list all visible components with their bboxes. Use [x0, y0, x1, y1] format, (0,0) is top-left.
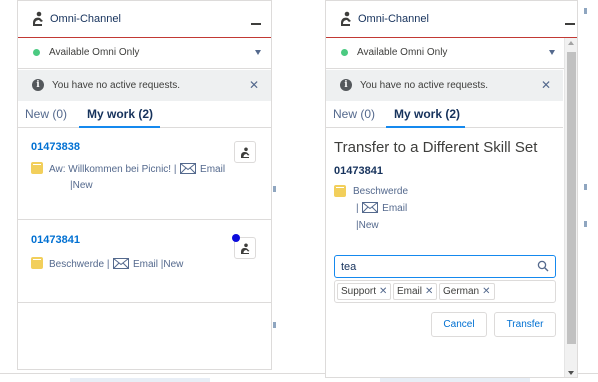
- status-available-icon: [33, 49, 40, 56]
- scroll-up-icon[interactable]: [568, 41, 574, 45]
- no-requests-alert: i You have no active requests. ✕: [326, 70, 563, 101]
- work-item-details: Beschwerde | Email |New: [49, 258, 183, 270]
- utility-header: Omni-Channel: [18, 1, 271, 38]
- status-available-icon: [341, 49, 348, 56]
- background-fragment: [273, 322, 276, 328]
- skill-pill-label: Support: [341, 286, 377, 297]
- chevron-down-icon[interactable]: [255, 50, 261, 55]
- search-icon: [537, 260, 549, 272]
- skill-search-input[interactable]: [341, 259, 531, 275]
- work-item-details: Aw: Willkommen bei Picnic! | Email: [49, 163, 225, 175]
- minimize-button[interactable]: [251, 23, 261, 25]
- channel-label: Email: [132, 259, 158, 270]
- skill-pill-label: German: [443, 286, 480, 297]
- scrollbar-thumb[interactable]: [567, 52, 576, 344]
- status-label: New: [358, 220, 379, 231]
- case-subject: Aw: Willkommen bei Picnic!: [49, 164, 172, 175]
- email-icon: [362, 202, 379, 213]
- skill-search-field[interactable]: [334, 255, 556, 278]
- accept-work-button[interactable]: [234, 141, 256, 163]
- tab-active-indicator: [79, 126, 160, 128]
- separator: |: [356, 203, 359, 214]
- work-item[interactable]: 01473841 Beschwerde | Email |New: [18, 220, 271, 302]
- transfer-title: Transfer to a Different Skill Set: [334, 139, 538, 156]
- tab-new[interactable]: New (0): [25, 107, 67, 121]
- work-item-channel-line: | Email: [356, 202, 407, 214]
- skill-pill: Email ✕: [393, 283, 438, 300]
- work-item[interactable]: 01473838 Aw: Willkommen bei Picnic! | Em…: [18, 129, 271, 219]
- work-tabs: New (0) My work (2): [326, 101, 563, 128]
- omni-channel-icon: [241, 147, 250, 158]
- no-requests-alert: i You have no active requests. ✕: [18, 70, 271, 101]
- alert-text: You have no active requests.: [360, 80, 489, 91]
- email-icon: [180, 163, 197, 174]
- background-bar: [380, 378, 530, 382]
- channel-label: Email: [382, 203, 408, 214]
- close-icon[interactable]: ✕: [249, 78, 259, 92]
- omni-channel-panel-right: Omni-Channel Available Omni Only i You h…: [325, 0, 578, 378]
- background-bar: [70, 378, 210, 382]
- notification-dot: [232, 234, 240, 242]
- tab-active-indicator: [386, 126, 465, 128]
- panel-title: Omni-Channel: [358, 13, 429, 25]
- status-label: New: [72, 180, 93, 191]
- alert-text: You have no active requests.: [52, 80, 181, 91]
- status-label: New: [163, 259, 184, 270]
- remove-icon[interactable]: ✕: [482, 286, 490, 297]
- background-fragment: [584, 221, 587, 227]
- case-icon: [31, 257, 43, 269]
- tab-my-work[interactable]: My work (2): [394, 107, 460, 121]
- presence-status-dropdown[interactable]: Available Omni Only: [18, 38, 271, 69]
- divider: [18, 302, 271, 303]
- separator: |: [106, 259, 110, 270]
- scrollbar[interactable]: [564, 38, 577, 377]
- case-number-link[interactable]: 01473838: [31, 141, 80, 153]
- remove-icon[interactable]: ✕: [425, 286, 433, 297]
- channel-label: Email: [200, 164, 226, 175]
- separator: |: [173, 164, 177, 175]
- work-tabs: New (0) My work (2): [18, 101, 271, 128]
- presence-status-label: Available Omni Only: [49, 47, 140, 58]
- case-number-link[interactable]: 01473841: [31, 234, 80, 246]
- case-number: 01473841: [334, 165, 383, 177]
- background-fragment: [584, 184, 587, 190]
- tab-new[interactable]: New (0): [333, 107, 375, 121]
- chevron-down-icon[interactable]: [549, 50, 555, 55]
- background-fragment: [273, 186, 276, 192]
- utility-header: Omni-Channel: [326, 1, 577, 38]
- skill-pill: Support ✕: [337, 283, 392, 300]
- info-icon: i: [32, 79, 44, 91]
- work-item-status-line: |New: [70, 180, 93, 191]
- skill-pill: German ✕: [439, 283, 495, 300]
- omni-channel-icon: [341, 11, 351, 26]
- presence-status-label: Available Omni Only: [357, 47, 448, 58]
- case-icon: [31, 162, 43, 174]
- remove-icon[interactable]: ✕: [379, 286, 387, 297]
- email-icon: [113, 258, 130, 269]
- presence-status-dropdown[interactable]: Available Omni Only: [326, 38, 577, 69]
- case-subject: Beschwerde: [353, 186, 409, 197]
- panel-title: Omni-Channel: [50, 13, 121, 25]
- case-icon: [334, 185, 346, 197]
- transfer-button[interactable]: Transfer: [494, 312, 556, 337]
- minimize-button[interactable]: [565, 23, 575, 25]
- case-subject: Beschwerde: [49, 259, 105, 270]
- close-icon[interactable]: ✕: [541, 78, 551, 92]
- info-icon: i: [340, 79, 352, 91]
- tab-my-work[interactable]: My work (2): [87, 107, 153, 121]
- scroll-down-icon[interactable]: [568, 371, 574, 375]
- selected-skills: Support ✕ Email ✕ German ✕: [334, 280, 556, 303]
- omni-channel-panel-left: Omni-Channel Available Omni Only i You h…: [17, 0, 272, 370]
- omni-channel-icon: [241, 243, 250, 254]
- omni-channel-icon: [33, 11, 43, 26]
- background-fragment: [584, 8, 587, 14]
- work-item-status-line: |New: [356, 220, 379, 231]
- skill-pill-label: Email: [397, 286, 423, 297]
- cancel-button[interactable]: Cancel: [431, 312, 487, 337]
